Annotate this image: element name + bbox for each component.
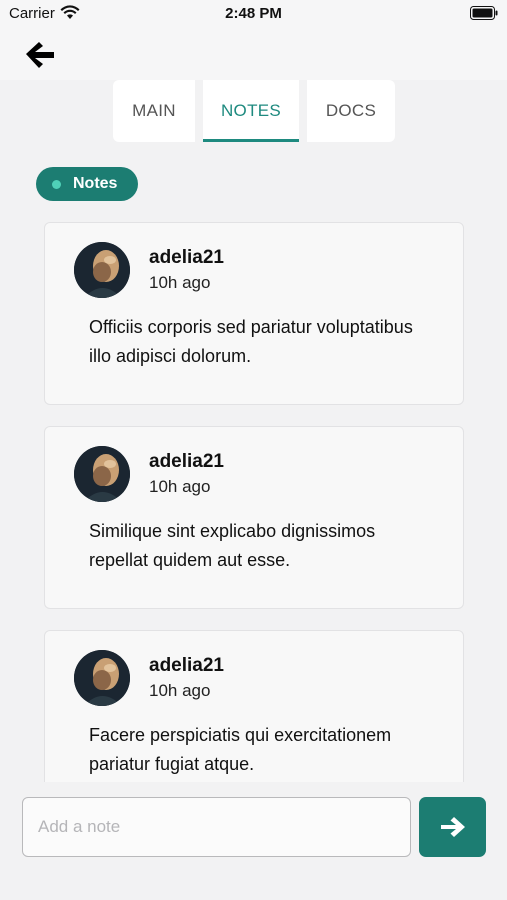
note-card: adelia21 10h ago Officiis corporis sed p… (44, 222, 464, 405)
note-card: adelia21 10h ago Similique sint explicab… (44, 426, 464, 609)
note-author: adelia21 (149, 247, 224, 268)
segment-tabs: MAIN NOTES DOCS (113, 80, 395, 142)
note-time: 10h ago (149, 273, 211, 292)
note-author: adelia21 (149, 451, 224, 472)
tab-docs-label: DOCS (325, 101, 377, 120)
section-badge-label: Notes (73, 175, 118, 192)
battery-icon (470, 6, 498, 20)
note-text: Similique sint explicabo dignissimos rep… (89, 521, 376, 570)
back-button[interactable] (22, 39, 58, 71)
avatar (74, 242, 130, 298)
note-text: Facere perspiciatis qui exercitationem p… (89, 725, 392, 774)
avatar-image (74, 242, 130, 298)
tab-notes[interactable]: NOTES (203, 80, 299, 142)
note-author: adelia21 (149, 655, 224, 676)
arrow-left-icon (26, 42, 54, 68)
arrow-right-icon (440, 817, 465, 837)
tab-docs[interactable]: DOCS (307, 80, 395, 142)
tab-notes-label: NOTES (220, 101, 282, 120)
note-time: 10h ago (149, 681, 211, 700)
note-input[interactable] (22, 797, 411, 857)
badge-dot-icon (52, 179, 61, 189)
note-text: Officiis corporis sed pariatur voluptati… (89, 317, 413, 366)
avatar (74, 650, 130, 706)
clock: 2:48 PM (225, 5, 282, 22)
tab-main-label: MAIN (132, 101, 176, 120)
avatar (74, 446, 130, 502)
send-button[interactable] (419, 797, 486, 857)
section-badge: Notes (36, 167, 138, 201)
avatar-image (74, 446, 130, 502)
tab-main[interactable]: MAIN (113, 80, 195, 142)
status-bar: Carrier 2:48 PM (0, 0, 507, 28)
navigation-bar (0, 28, 507, 80)
note-time: 10h ago (149, 477, 211, 496)
avatar-image (74, 650, 130, 706)
note-composer (0, 782, 507, 900)
